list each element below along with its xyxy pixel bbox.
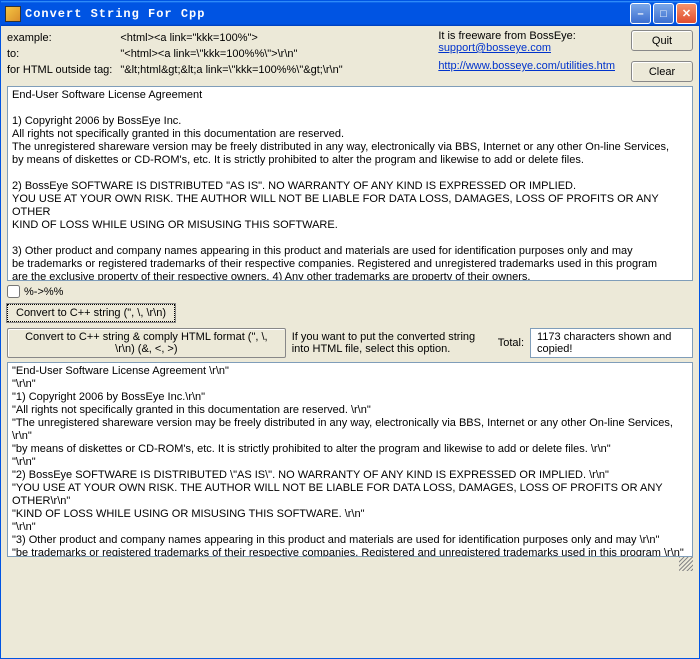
to-label: to: <box>7 46 120 62</box>
quit-button[interactable]: Quit <box>631 30 693 51</box>
button-column: Quit Clear <box>623 30 693 82</box>
clear-button[interactable]: Clear <box>631 61 693 82</box>
percent-checkbox-label: %->%% <box>24 286 63 298</box>
examples-panel: example: <html><a link="kkk=100%"> to: "… <box>7 30 430 82</box>
html-outside-value: "&lt;html&gt;&lt;a link=\"kkk=100%%\"&gt… <box>120 62 350 78</box>
convert-row-1: Convert to C++ string (", \, \r\n) <box>7 302 693 324</box>
freeware-text: It is freeware from BossEye: <box>438 30 615 42</box>
minimize-button[interactable]: – <box>630 3 651 24</box>
info-panel: It is freeware from BossEye: support@bos… <box>438 30 615 82</box>
titlebar[interactable]: Convert String For Cpp – □ ✕ <box>1 1 699 26</box>
close-button[interactable]: ✕ <box>676 3 697 24</box>
html-hint-text: If you want to put the converted string … <box>292 331 492 355</box>
convert-row-2: Convert to C++ string & comply HTML form… <box>7 324 693 362</box>
example-value: <html><a link="kkk=100%"> <box>120 30 350 46</box>
client-area: example: <html><a link="kkk=100%"> to: "… <box>1 26 699 658</box>
app-window: Convert String For Cpp – □ ✕ example: <h… <box>0 0 700 659</box>
example-label: example: <box>7 30 120 46</box>
total-label: Total: <box>498 337 524 349</box>
input-textarea[interactable]: End-User Software License Agreement 1) C… <box>7 86 693 281</box>
percent-checkbox-row: %->%% <box>7 281 693 302</box>
statusbar <box>7 557 693 571</box>
convert-cpp-html-button[interactable]: Convert to C++ string & comply HTML form… <box>7 328 286 358</box>
app-icon <box>5 6 21 22</box>
total-readout: 1173 characters shown and copied! <box>530 328 693 358</box>
header-row: example: <html><a link="kkk=100%"> to: "… <box>7 30 693 82</box>
output-textarea[interactable]: "End-User Software License Agreement \r\… <box>7 362 693 557</box>
resize-grip-icon[interactable] <box>679 557 693 571</box>
to-value: "<html><a link=\"kkk=100%%\">\r\n" <box>120 46 350 62</box>
maximize-button[interactable]: □ <box>653 3 674 24</box>
utilities-link[interactable]: http://www.bosseye.com/utilities.htm <box>438 60 615 72</box>
window-title: Convert String For Cpp <box>25 7 630 21</box>
percent-checkbox[interactable] <box>7 285 20 298</box>
html-outside-label: for HTML outside tag: <box>7 62 120 78</box>
convert-cpp-button[interactable]: Convert to C++ string (", \, \r\n) <box>7 304 175 322</box>
window-buttons: – □ ✕ <box>630 3 697 24</box>
support-link[interactable]: support@bosseye.com <box>438 42 551 54</box>
